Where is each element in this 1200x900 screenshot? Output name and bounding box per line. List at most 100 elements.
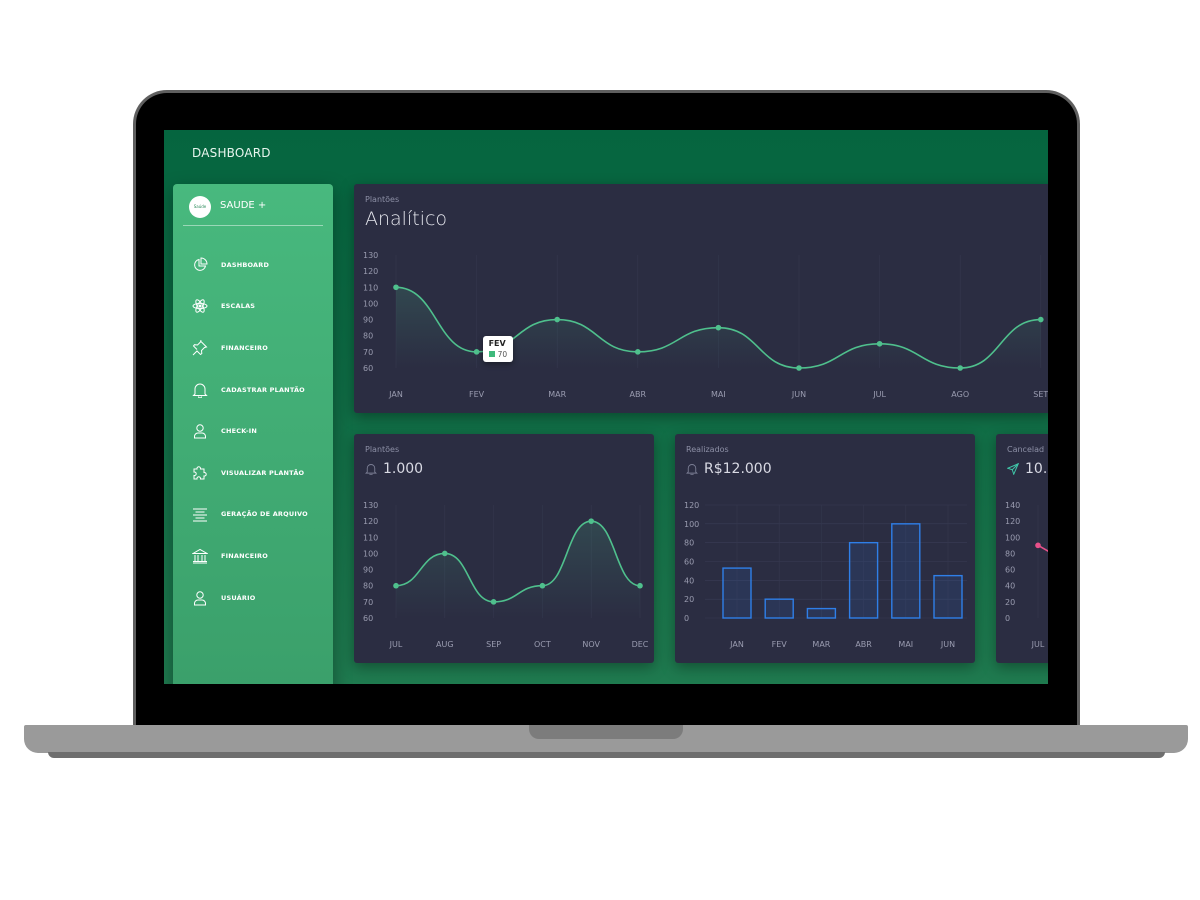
realizados-card: Realizados R$12.000 0 20 40 60 80 100 120 JAN FE… xyxy=(675,434,975,663)
tooltip-label: FEV xyxy=(488,338,506,348)
y-tick-label: 90 xyxy=(363,566,373,575)
x-tick-label: NOV xyxy=(582,640,600,649)
data-point xyxy=(796,365,802,371)
sidebar-item-dashboard[interactable]: DASHBOARD xyxy=(173,244,333,286)
brand[interactable]: Saúde SAUDE + xyxy=(183,194,323,226)
bar xyxy=(891,523,921,619)
y-tick-label: 40 xyxy=(684,576,694,585)
x-tick-label: MAR xyxy=(548,390,566,399)
x-tick-label: SEP xyxy=(486,640,501,649)
x-tick-label: MAI xyxy=(898,640,913,649)
y-tick-label: 100 xyxy=(363,549,378,558)
series-area xyxy=(396,521,640,618)
pie-chart-icon xyxy=(192,257,208,273)
x-tick-label: MAR xyxy=(812,640,830,649)
x-tick-label: MAI xyxy=(711,390,726,399)
y-tick-label: 110 xyxy=(363,283,378,292)
x-tick-label: FEV xyxy=(772,640,788,649)
y-tick-label: 90 xyxy=(363,316,373,325)
bar xyxy=(806,607,837,619)
y-tick-label: 110 xyxy=(363,533,378,542)
y-tick-label: 70 xyxy=(363,348,373,357)
data-point xyxy=(1035,542,1041,549)
tooltip-value: 70 xyxy=(497,349,508,359)
align-icon xyxy=(192,506,208,522)
topbar: DASHBOARD xyxy=(164,130,1048,180)
y-tick-label: 0 xyxy=(1005,614,1010,623)
x-tick-label: JUN xyxy=(791,390,806,399)
x-tick-label: ABR xyxy=(855,640,872,649)
data-point xyxy=(442,550,448,557)
sidebar-item-visualizar-plantao[interactable]: VISUALIZAR PLANTÃO xyxy=(173,452,333,494)
x-tick-label: ABR xyxy=(630,390,647,399)
chart-tooltip: FEV 70 xyxy=(482,335,514,362)
sidebar-item-label: VISUALIZAR PLANTÃO xyxy=(221,468,305,477)
sidebar-item-check-in[interactable]: CHECK-IN xyxy=(173,410,333,452)
sidebar-item-label: FINANCEIRO xyxy=(221,343,268,352)
screen: DASHBOARD Saúde SAUDE + DASHBOARD ESCALA… xyxy=(164,130,1048,684)
realizados-bar-chart[interactable]: 0 20 40 60 80 100 120 JAN FEV MAR ABR MAI JUN xyxy=(675,434,975,663)
bar xyxy=(722,567,752,619)
sidebar-item-escalas[interactable]: ESCALAS xyxy=(173,286,333,328)
analytics-line-chart[interactable]: 60 70 80 90 100 110 120 130 JAN FEV MAR ABR MAI JUN JU… xyxy=(354,184,1048,413)
y-tick-label: 120 xyxy=(684,501,699,510)
x-tick-label: JAN xyxy=(729,640,744,649)
y-tick-label: 100 xyxy=(1005,533,1020,542)
x-tick-label: SET xyxy=(1033,390,1048,399)
atom-icon xyxy=(192,298,208,314)
sidebar-item-label: CADASTRAR PLANTÃO xyxy=(221,385,305,394)
y-tick-label: 80 xyxy=(1005,549,1015,558)
y-tick-label: 120 xyxy=(1005,517,1020,526)
puzzle-icon xyxy=(192,465,208,481)
data-point xyxy=(490,599,497,605)
bar xyxy=(933,574,963,619)
sidebar-item-label: USUÁRIO xyxy=(221,593,256,602)
user-icon xyxy=(192,590,208,606)
x-tick-label: FEV xyxy=(469,390,485,399)
sidebar-item-cadastrar-plantao[interactable]: CADASTRAR PLANTÃO xyxy=(173,369,333,411)
y-tick-label: 80 xyxy=(684,539,694,548)
tooltip-swatch xyxy=(488,351,495,358)
data-point xyxy=(588,518,594,524)
bell-icon xyxy=(192,382,208,398)
x-tick-label: AGO xyxy=(951,390,969,399)
data-point xyxy=(637,582,643,589)
pin-icon xyxy=(192,339,208,356)
data-point xyxy=(554,316,560,323)
x-tick-label: JUL xyxy=(1031,640,1045,649)
sidebar-item-label: DASHBOARD xyxy=(221,260,270,269)
y-tick-label: 60 xyxy=(363,614,373,623)
y-tick-label: 130 xyxy=(363,251,378,260)
y-tick-label: 120 xyxy=(363,517,378,526)
x-tick-label: AUG xyxy=(436,640,454,649)
sidebar-item-financeiro[interactable]: FINANCEIRO xyxy=(173,327,333,369)
bank-icon xyxy=(192,548,208,564)
y-tick-label: 80 xyxy=(363,332,373,341)
y-tick-label: 80 xyxy=(363,582,373,591)
y-tick-label: 40 xyxy=(1005,582,1015,591)
bar xyxy=(848,541,879,619)
y-tick-label: 70 xyxy=(363,598,373,607)
y-tick-label: 60 xyxy=(1005,566,1015,575)
cancelados-line-chart[interactable]: 0 20 40 60 80 100 120 140 JUL xyxy=(996,434,1048,663)
y-tick-label: 60 xyxy=(363,364,373,373)
y-tick-label: 100 xyxy=(363,299,378,308)
data-point xyxy=(1038,316,1044,323)
data-point xyxy=(393,582,399,589)
y-tick-label: 130 xyxy=(363,501,378,510)
cancelados-card: Cancelad 10.0 020406080100120140JUL xyxy=(996,434,1048,663)
data-point xyxy=(715,324,722,331)
sidebar-item-financeiro-2[interactable]: FINANCEIRO xyxy=(173,535,333,577)
sidebar-item-usuario[interactable]: USUÁRIO xyxy=(173,577,333,619)
x-tick-label: JUN xyxy=(940,640,955,649)
plantoes-card: Plantões 1.000 60 70 80 90 100 110 120 130 JUL AU… xyxy=(354,434,654,663)
brand-logo: Saúde xyxy=(189,196,211,218)
sidebar-item-geracao-de-arquivo[interactable]: GERAÇÃO DE ARQUIVO xyxy=(173,494,333,536)
x-tick-label: OCT xyxy=(534,640,551,649)
y-tick-label: 140 xyxy=(1005,501,1020,510)
plantoes-line-chart[interactable]: 60 70 80 90 100 110 120 130 JUL AUG SEP OCT NOV DEC xyxy=(354,434,654,663)
y-tick-label: 60 xyxy=(684,558,694,567)
data-point xyxy=(957,365,963,371)
data-point xyxy=(635,349,641,355)
y-tick-label: 100 xyxy=(684,520,699,529)
